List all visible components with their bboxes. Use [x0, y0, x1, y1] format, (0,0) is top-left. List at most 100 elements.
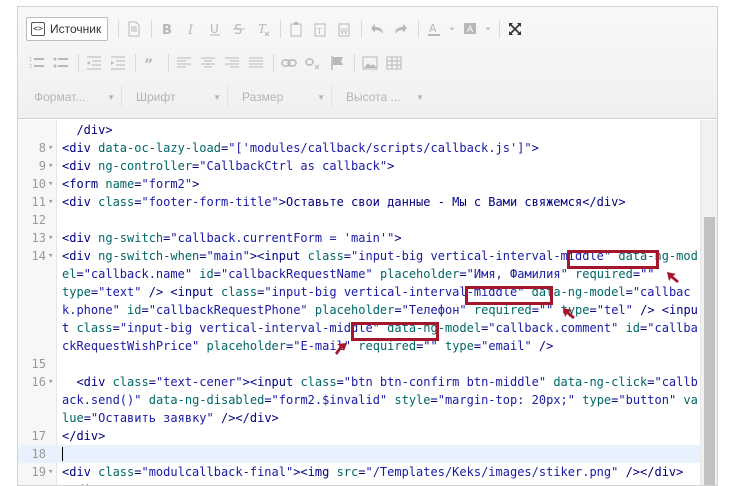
- string-token: ack.send()": [62, 393, 142, 407]
- fold-toggle-icon[interactable]: ▾: [48, 229, 56, 247]
- fold-toggle-icon[interactable]: ▾: [48, 157, 56, 175]
- toolbar-row-3: Формат... ▼ Шрифт ▼ Размер ▼ Высота ... …: [26, 83, 436, 111]
- arrow-marker-icon: [563, 308, 575, 319]
- fold-toggle-icon[interactable]: ▾: [48, 175, 56, 193]
- fold-toggle-icon[interactable]: ▾: [48, 247, 56, 265]
- attribute-token: data-ng-disabled: [148, 393, 265, 407]
- line-height-select[interactable]: Высота ... ▼: [338, 86, 430, 108]
- code-line: k.phone" id="callbackRequestPhone" place…: [18, 301, 701, 319]
- attribute-token: style: [394, 393, 431, 407]
- line-number: 10: [31, 177, 46, 191]
- scrollbar-thumb[interactable]: [704, 217, 715, 485]
- document-icon[interactable]: [123, 18, 145, 40]
- arrow-marker-icon: [667, 272, 679, 283]
- fold-toggle-icon[interactable]: ▾: [48, 373, 56, 391]
- tag-token: [199, 339, 206, 353]
- strikethrough-icon[interactable]: S: [228, 18, 250, 40]
- blockquote-icon[interactable]: ”: [140, 52, 162, 74]
- image-icon[interactable]: [359, 52, 381, 74]
- tag-token: <div: [62, 249, 99, 263]
- code-line: 15: [18, 355, 701, 373]
- chevron-down-icon: ▼: [107, 92, 115, 102]
- size-select[interactable]: Размер ▼: [234, 86, 332, 108]
- fold-toggle-icon[interactable]: ▾: [48, 139, 56, 157]
- string-token: k.phone": [62, 303, 120, 317]
- chevron-down-icon[interactable]: [447, 18, 457, 40]
- code-line-text: k.phone" id="callbackRequestPhone" place…: [62, 301, 698, 319]
- string-token: "callback.currentForm = 'main'": [170, 231, 395, 245]
- unlink-icon[interactable]: [302, 52, 324, 74]
- code-line: 12: [18, 211, 701, 229]
- toolbar-separator: [273, 54, 274, 72]
- align-right-icon[interactable]: [221, 52, 243, 74]
- line-number: 9: [38, 159, 46, 173]
- redo-icon[interactable]: [390, 18, 412, 40]
- string-token: "": [640, 267, 655, 281]
- paste-icon[interactable]: [285, 18, 307, 40]
- maximize-icon[interactable]: [504, 18, 526, 40]
- string-token: "callbac: [632, 285, 691, 299]
- paste-text-icon[interactable]: T: [309, 18, 331, 40]
- fold-toggle-icon[interactable]: ▾: [48, 193, 56, 211]
- chevron-down-icon[interactable]: [483, 18, 493, 40]
- font-select[interactable]: Шрифт ▼: [128, 86, 228, 108]
- tag-token: />: [531, 339, 554, 353]
- svg-text:W: W: [340, 27, 348, 36]
- tag-token: >Оставьте свои данные - Мы с Вами свяжем…: [278, 195, 626, 209]
- attribute-token: required: [358, 339, 417, 353]
- align-justify-icon[interactable]: [245, 52, 267, 74]
- bold-icon[interactable]: B: [156, 18, 178, 40]
- string-token: "['modules/callback/scripts/callback.js'…: [228, 141, 532, 155]
- string-token: "modulcallback-final": [141, 465, 294, 479]
- code-line-text: ack.send()" data-ng-disabled="form2.$inv…: [62, 391, 698, 409]
- string-token: "button": [618, 393, 677, 407]
- text-color-icon[interactable]: A: [423, 18, 445, 40]
- tag-token: [553, 303, 560, 317]
- line-number: 17: [31, 429, 46, 443]
- remove-format-icon[interactable]: T: [252, 18, 274, 40]
- format-select[interactable]: Формат... ▼: [26, 86, 122, 108]
- tag-token: =: [632, 267, 641, 281]
- align-center-icon[interactable]: [197, 52, 219, 74]
- table-icon[interactable]: [383, 52, 405, 74]
- format-select-label: Формат...: [34, 90, 86, 104]
- attribute-token: required: [473, 303, 532, 317]
- chevron-down-icon: ▼: [213, 92, 221, 102]
- string-token: "tel": [596, 303, 633, 317]
- line-number: 18: [31, 447, 46, 461]
- outdent-icon[interactable]: [83, 52, 105, 74]
- underline-icon[interactable]: U: [204, 18, 226, 40]
- string-token: "email": [481, 339, 532, 353]
- required-highlight-box: [567, 250, 659, 269]
- svg-text:B: B: [162, 23, 172, 37]
- align-left-icon[interactable]: [173, 52, 195, 74]
- svg-text:”: ”: [144, 57, 153, 71]
- link-icon[interactable]: [278, 52, 300, 74]
- attribute-token: class: [300, 375, 337, 389]
- code-line-text: <form name="form2">: [62, 175, 199, 193]
- source-button[interactable]: <> Источник: [26, 17, 109, 41]
- code-line: 19 ▾ <div class="modulcallback-final"><img…: [18, 463, 701, 481]
- tag-token: ><input: [242, 375, 301, 389]
- line-number: 11: [31, 195, 46, 209]
- code-line-text: <div class="footer-form-title">Оставьте …: [62, 193, 626, 211]
- indent-icon[interactable]: [107, 52, 129, 74]
- fold-toggle-icon[interactable]: ▾: [48, 463, 56, 481]
- italic-icon[interactable]: I: [180, 18, 202, 40]
- undo-icon[interactable]: [366, 18, 388, 40]
- line-height-select-label: Высота ...: [346, 90, 401, 104]
- vertical-scrollbar[interactable]: [700, 120, 717, 485]
- bulleted-list-icon[interactable]: [50, 52, 72, 74]
- background-color-icon[interactable]: A: [459, 18, 481, 40]
- required-highlight-box: [351, 322, 439, 341]
- code-area[interactable]: /div> 8 ▾ <div data-oc-lazy-load="['modules…: [18, 120, 701, 485]
- string-token: "Телефон": [401, 303, 467, 317]
- anchor-flag-icon[interactable]: [326, 52, 348, 74]
- code-line-text: type="text" /> <input class="input-big v…: [62, 283, 691, 301]
- numbered-list-icon[interactable]: 12: [26, 52, 48, 74]
- line-number: 12: [31, 213, 46, 227]
- paste-word-icon[interactable]: W: [333, 18, 355, 40]
- tag-token: =: [459, 267, 467, 281]
- attribute-token: data-ng-click: [553, 375, 648, 389]
- string-token: "Имя, Фамилия": [466, 267, 568, 281]
